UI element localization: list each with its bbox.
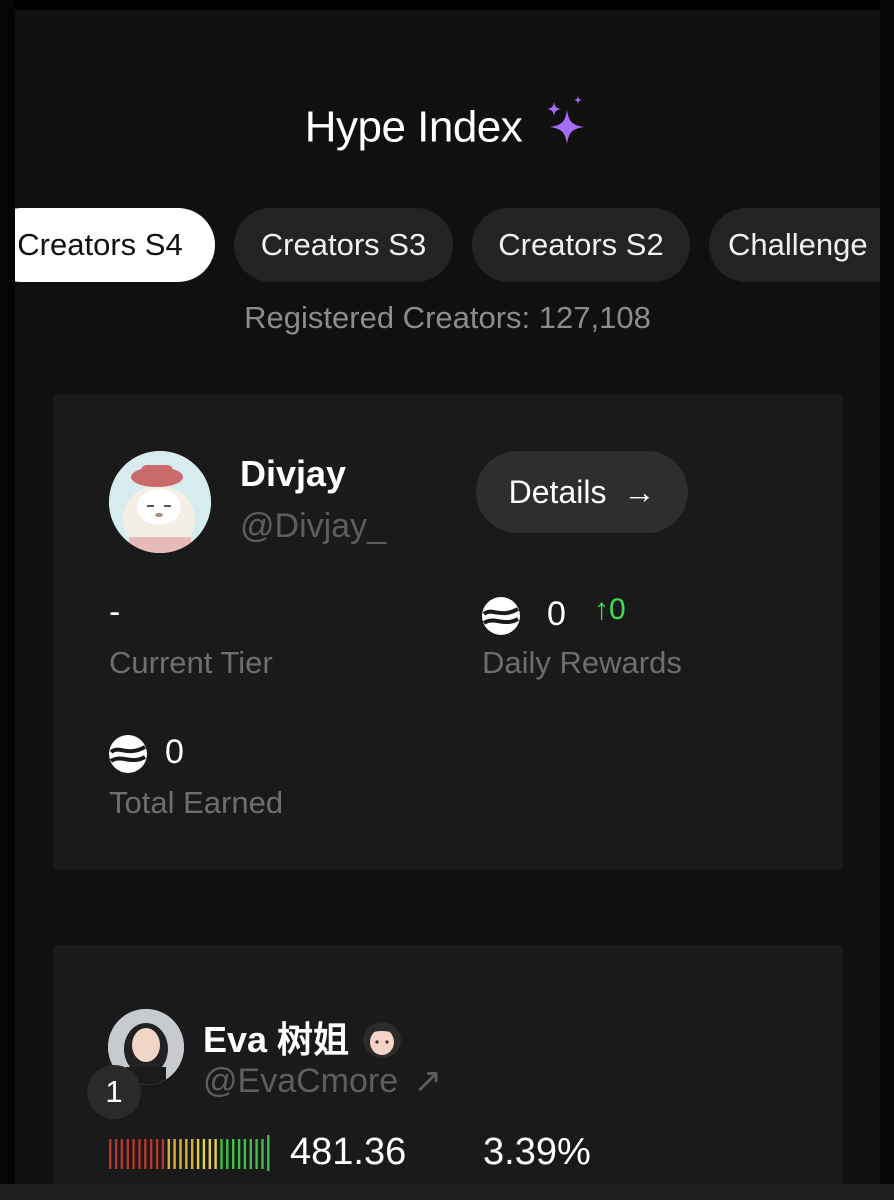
tab-creators-s2[interactable]: Creators S2 <box>472 208 690 282</box>
meter-tick <box>226 1139 229 1169</box>
rank-badge: 1 <box>87 1065 141 1119</box>
user-handle-link[interactable]: @EvaCmore ↗ <box>203 1061 442 1101</box>
avatar <box>109 451 211 553</box>
meter-tick <box>267 1135 270 1171</box>
user-name-text: Eva 树姐 <box>203 1019 350 1060</box>
user-handle: @Divjay_ <box>240 507 386 545</box>
details-button[interactable]: Details → <box>476 451 688 533</box>
meter-tick <box>191 1139 194 1169</box>
current-tier-label: Current Tier <box>109 645 273 680</box>
registered-creators-count: Registered Creators: 127,108 <box>244 300 651 335</box>
meter-tick <box>196 1139 200 1169</box>
total-earned-label: Total Earned <box>109 785 284 820</box>
my-creator-card: Divjay @Divjay_ Details → - Current Tier… <box>53 395 843 869</box>
tab-label: Creators S4 <box>17 227 183 262</box>
page-title-text: Hype Index <box>304 102 523 152</box>
coin-icon <box>482 597 520 635</box>
meter-tick <box>114 1139 118 1169</box>
user-name: Divjay <box>240 453 347 494</box>
daily-rewards-value: 0 <box>547 595 566 633</box>
tab-label: Challenge <box>728 227 868 262</box>
current-tier-value: - <box>109 593 121 631</box>
user-handle: @EvaCmore <box>203 1062 399 1100</box>
tab-label: Creators S2 <box>498 227 664 262</box>
hype-score: 481.36 <box>290 1131 407 1173</box>
tab-creators-s3[interactable]: Creators S3 <box>234 208 453 282</box>
coin-icon <box>109 735 147 773</box>
hype-meter <box>109 1135 273 1171</box>
details-label: Details <box>508 474 607 510</box>
daily-rewards-change: ↑0 <box>594 593 626 626</box>
meter-tick <box>237 1139 241 1169</box>
meter-tick <box>126 1139 129 1169</box>
meter-tick <box>173 1139 176 1169</box>
user-name: Eva 树姐 <box>203 1011 403 1067</box>
meter-tick <box>132 1139 135 1169</box>
tab-challenge[interactable]: Challenge <box>709 208 880 282</box>
top-frame <box>0 0 894 10</box>
meter-tick <box>232 1139 235 1169</box>
meter-tick <box>255 1139 258 1169</box>
meter-tick <box>179 1139 182 1169</box>
meter-tick <box>150 1139 153 1169</box>
leaderboard-entry[interactable]: 1 Eva 树姐 @EvaCmore ↗ 481.36 3.39% <box>53 945 843 1184</box>
meter-tick <box>208 1139 211 1169</box>
meter-tick <box>220 1139 223 1169</box>
page-title: Hype Index <box>15 96 880 158</box>
tab-creators-s4[interactable]: Creators S4 <box>15 208 215 282</box>
meter-tick <box>167 1139 170 1169</box>
bottom-bar <box>0 1184 894 1200</box>
meter-tick <box>144 1139 147 1169</box>
meter-tick <box>138 1139 141 1169</box>
total-earned-value: 0 <box>165 733 184 771</box>
tab-label: Creators S3 <box>260 227 427 262</box>
daily-rewards-label: Daily Rewards <box>482 645 682 680</box>
arrow-right-icon: → <box>623 474 656 510</box>
woman-emoji-icon <box>361 1018 403 1067</box>
hype-percent: 3.39% <box>483 1131 591 1173</box>
meter-tick <box>120 1139 124 1169</box>
meter-tick <box>261 1139 264 1169</box>
external-link-icon: ↗ <box>413 1062 443 1100</box>
meter-tick <box>185 1139 188 1169</box>
season-tabs: Creators S4 Creators S3 Creators S2 Chal… <box>15 208 880 282</box>
meter-tick <box>243 1139 247 1169</box>
meter-tick <box>155 1139 159 1169</box>
sparkles-icon <box>540 96 590 152</box>
right-frame <box>880 0 894 1200</box>
meter-tick <box>202 1139 206 1169</box>
meter-tick <box>109 1139 112 1169</box>
meter-tick <box>161 1139 165 1169</box>
meter-tick <box>249 1139 252 1169</box>
left-frame <box>0 0 15 1200</box>
hype-index-panel: Hype Index Creators S4 Creators S3 Creat… <box>15 10 880 1184</box>
meter-tick <box>214 1139 217 1169</box>
